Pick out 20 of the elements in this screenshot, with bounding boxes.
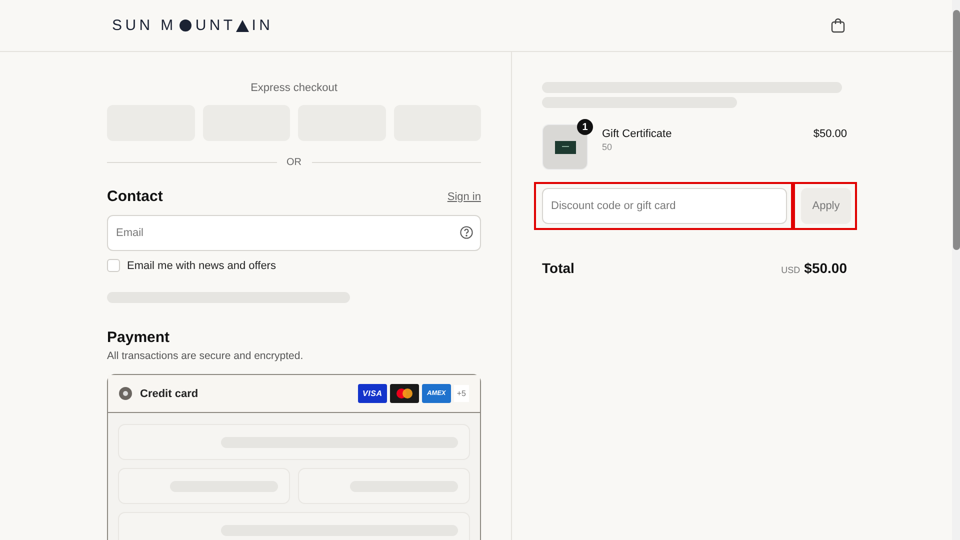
- sign-in-link[interactable]: Sign in: [447, 190, 481, 202]
- email-field[interactable]: Email: [107, 215, 481, 251]
- payment-heading: Payment: [107, 329, 170, 346]
- or-divider-label: OR: [286, 157, 302, 168]
- express-checkout-title: Express checkout: [250, 82, 338, 94]
- product-name: Gift Certificate: [602, 128, 673, 140]
- newsletter-label: Email me with news and offers: [127, 260, 276, 272]
- more-cards-count: +5: [454, 385, 469, 402]
- total-label: Total: [542, 260, 574, 276]
- discount-code-field[interactable]: Discount code or gift card: [542, 188, 787, 224]
- product-variant: 50: [602, 142, 614, 152]
- brand-logo[interactable]: SUN M UNT IN: [112, 17, 274, 34]
- payment-subtitle: All transactions are secure and encrypted.: [107, 350, 304, 362]
- visa-logo: VISA: [358, 384, 387, 403]
- total-amount: $50.00: [804, 260, 847, 276]
- contact-heading: Contact: [107, 188, 163, 205]
- currency-code: USD: [781, 265, 800, 275]
- apply-button[interactable]: Apply: [801, 188, 851, 224]
- product-price: $50.00: [813, 127, 847, 140]
- quantity-badge: 1: [577, 119, 593, 135]
